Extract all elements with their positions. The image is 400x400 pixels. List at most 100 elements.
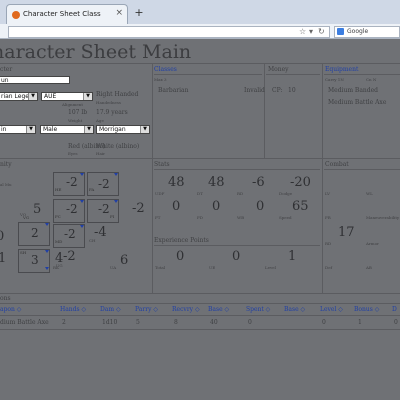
- classes-title[interactable]: Classes: [154, 66, 177, 73]
- weapons-section-label: ons: [0, 295, 11, 302]
- stats-title: Stats: [154, 161, 170, 168]
- weapon-cell: 0: [394, 319, 398, 326]
- money-label: CP:: [272, 87, 283, 94]
- weapons-column-header[interactable]: Parry ◇: [135, 306, 158, 313]
- hit-marker-icon: [114, 200, 118, 203]
- alignment-label: Alignment: [62, 102, 83, 107]
- stat-label: Dodge: [279, 191, 293, 196]
- weapons-column-header[interactable]: Level ◇: [320, 306, 343, 313]
- culture-select[interactable]: Morrigan ▼: [96, 125, 150, 134]
- browser-tab-bar: Character Sheet Class × +: [0, 0, 400, 25]
- weapons-column-header[interactable]: Dam ◇: [100, 306, 121, 313]
- handedness-value: Right Handed: [96, 91, 139, 98]
- hit-location-name: SH: [20, 250, 27, 255]
- equipment-item: Medium Banded: [328, 87, 378, 94]
- hair-label: Hair: [96, 151, 106, 156]
- money-value: 10: [288, 87, 296, 94]
- weapons-column-header[interactable]: apon ◇: [0, 306, 21, 313]
- character-name-field[interactable]: un: [0, 76, 70, 84]
- origin-select[interactable]: in ▼: [0, 125, 36, 134]
- hit-marker-icon: [80, 173, 84, 176]
- equipment-col1: Carry 1N: [325, 77, 344, 82]
- hit-location-name: MD: [55, 239, 63, 244]
- stat-value: 0: [256, 199, 265, 214]
- browser-tab[interactable]: Character Sheet Class ×: [6, 4, 128, 25]
- hit-location-name: FA: [89, 187, 95, 192]
- weapons-column-header[interactable]: D: [392, 306, 397, 313]
- weapon-cell: 1d10: [102, 319, 118, 326]
- race-select[interactable]: rian Legend ▼: [0, 92, 38, 101]
- weapons-column-header[interactable]: Base ◇: [284, 306, 305, 313]
- combat-label: Def: [325, 265, 333, 270]
- chevron-down-icon: ▼: [83, 93, 92, 100]
- divider: [322, 158, 323, 293]
- alignment-select[interactable]: AUE ▼: [41, 92, 93, 101]
- new-tab-button[interactable]: +: [132, 6, 146, 20]
- age-label: Age: [96, 118, 104, 123]
- equipment-underline: [324, 74, 400, 75]
- chevron-down-icon: ▼: [140, 126, 149, 133]
- class-name: Barbarian: [158, 87, 189, 94]
- body-loose-value: 5: [33, 202, 42, 217]
- body-loose-label: UA: [110, 265, 117, 270]
- reload-icon[interactable]: ↻: [318, 27, 325, 36]
- weapons-column-header[interactable]: Spent ◇: [246, 306, 270, 313]
- weapon-cell: 8: [174, 319, 178, 326]
- gender-select[interactable]: Male ▼: [40, 125, 94, 134]
- combat-label: RD: [325, 241, 332, 246]
- body-loose-value: -2: [132, 201, 145, 216]
- weapons-header-top: [0, 303, 400, 304]
- body-loose-value: 6: [120, 253, 129, 268]
- firefox-favicon-icon: [12, 11, 20, 19]
- weapons-row-divider: [0, 329, 400, 330]
- stat-value: -20: [290, 175, 311, 190]
- section-divider: [0, 293, 400, 294]
- stat-value: 65: [292, 199, 309, 214]
- hit-marker-icon: [45, 267, 49, 270]
- body-section-label: nity: [0, 161, 12, 168]
- weapons-column-header[interactable]: Base ◇: [208, 306, 229, 313]
- gender-select-value: Male: [43, 126, 58, 133]
- experience-label: UE: [209, 265, 216, 270]
- body-loose-value: 4: [55, 251, 64, 266]
- body-loose-value: 1: [0, 251, 7, 266]
- hair-value: White (albino): [96, 143, 140, 150]
- search-input[interactable]: Google: [334, 26, 400, 38]
- culture-select-value: Morrigan: [99, 126, 126, 133]
- eyes-label: Eyes: [68, 151, 78, 156]
- equipment-title[interactable]: Equipment: [325, 66, 358, 73]
- star-icon[interactable]: ☆: [299, 27, 306, 36]
- weapons-column-header[interactable]: Recvry ◇: [172, 306, 200, 313]
- hit-location-value: -2: [64, 227, 76, 241]
- character-section-label: cter: [0, 66, 13, 73]
- google-icon: [337, 28, 344, 35]
- dropdown-icon[interactable]: ▾: [309, 27, 313, 36]
- combat-label: Armor: [366, 241, 379, 246]
- url-bar[interactable]: ☆ ▾ ↻: [8, 26, 330, 38]
- stats-underline: [154, 169, 320, 170]
- stat-label: UDF: [155, 191, 165, 196]
- stat-label: Speed: [279, 215, 292, 220]
- divider: [152, 63, 153, 158]
- money-underline: [266, 74, 320, 75]
- weapon-cell: 5: [136, 319, 140, 326]
- experience-title: Experience Points: [154, 237, 209, 244]
- alignment-select-value: AUE: [44, 93, 57, 100]
- handedness-label: Handedness: [96, 100, 121, 105]
- combat-label: FR: [325, 215, 331, 220]
- browser-nav-bar: ☆ ▾ ↻ Google: [0, 24, 400, 39]
- hit-location-value: -2: [66, 202, 78, 216]
- body-loose-label: VO: [20, 212, 27, 217]
- age-value: 17.9 years: [96, 109, 128, 116]
- combat-label: LV: [325, 191, 331, 196]
- page-title: haracter Sheet Main: [0, 41, 192, 63]
- divider: [152, 158, 153, 293]
- weapons-column-header[interactable]: Bonus ◇: [354, 306, 379, 313]
- classes-column-label: Max 3: [154, 77, 167, 82]
- experience-underline: [154, 245, 320, 246]
- weapon-cell: 40: [210, 319, 218, 326]
- weapon-cell: 0: [248, 319, 252, 326]
- close-tab-icon[interactable]: ×: [115, 8, 123, 18]
- hit-location-value: 2: [31, 226, 39, 240]
- weapons-column-header[interactable]: Hands ◇: [60, 306, 86, 313]
